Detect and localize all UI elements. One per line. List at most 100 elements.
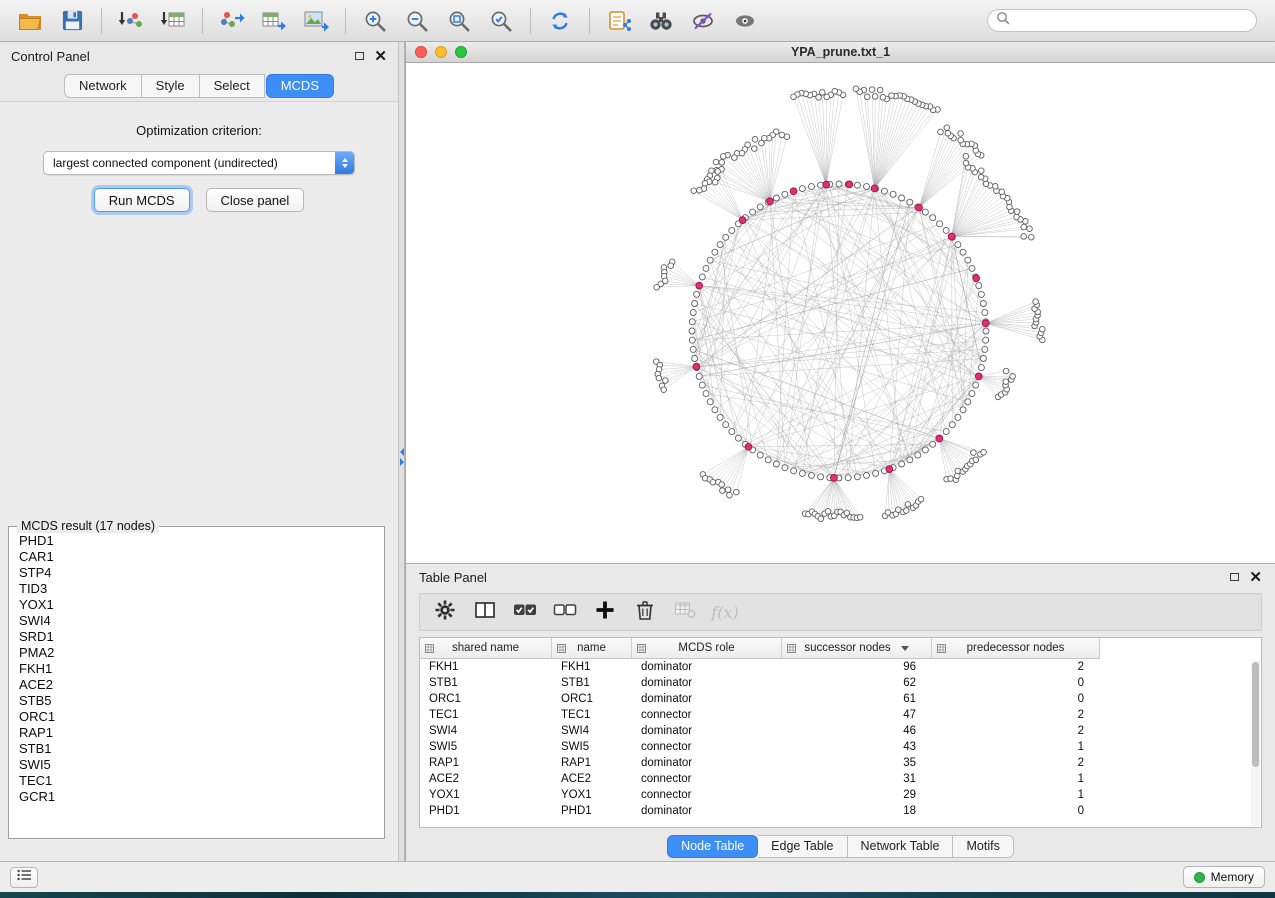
mcds-result-item[interactable]: PHD1 bbox=[11, 533, 382, 549]
table-cell: connector bbox=[632, 741, 782, 753]
find-icon bbox=[648, 10, 674, 32]
column-header-successor-nodes[interactable]: successor nodes bbox=[782, 638, 932, 659]
column-header-name[interactable]: name bbox=[552, 638, 632, 659]
column-header-MCDS-role[interactable]: MCDS role bbox=[632, 638, 782, 659]
mcds-result-item[interactable]: TEC1 bbox=[11, 773, 382, 789]
close-panel-icon[interactable]: ✕ bbox=[374, 49, 387, 64]
mcds-result-item[interactable]: STP4 bbox=[11, 565, 382, 581]
tab-node-table[interactable]: Node Table bbox=[667, 835, 758, 858]
tab-mcds[interactable]: MCDS bbox=[266, 74, 334, 98]
zoom-fit-button[interactable] bbox=[439, 4, 479, 38]
select-all-button[interactable] bbox=[508, 597, 542, 627]
table-cell: 31 bbox=[782, 773, 932, 785]
mcds-result-item[interactable]: SRD1 bbox=[11, 629, 382, 645]
search-box[interactable] bbox=[987, 9, 1257, 32]
table-scrollbar-thumb[interactable] bbox=[1252, 662, 1259, 767]
delete-row-icon bbox=[634, 599, 656, 626]
table-cell: RAP1 bbox=[552, 757, 632, 769]
task-history-button[interactable] bbox=[10, 867, 38, 888]
column-header-predecessor-nodes[interactable]: predecessor nodes bbox=[932, 638, 1100, 659]
mcds-result-item[interactable]: SWI4 bbox=[11, 613, 382, 629]
import-network-button[interactable] bbox=[111, 4, 151, 38]
float-table-panel-icon[interactable] bbox=[1230, 573, 1239, 581]
table-row[interactable]: STB1STB1dominator620 bbox=[420, 675, 1261, 691]
float-panel-icon[interactable] bbox=[355, 52, 364, 60]
table-row[interactable]: YOX1YOX1connector291 bbox=[420, 787, 1261, 803]
mcds-result-item[interactable]: FKH1 bbox=[11, 661, 382, 677]
memory-status-icon bbox=[1194, 872, 1205, 883]
export-image-button[interactable] bbox=[296, 4, 336, 38]
mcds-result-item[interactable]: RAP1 bbox=[11, 725, 382, 741]
zoom-selected-button[interactable] bbox=[481, 4, 521, 38]
network-canvas[interactable] bbox=[406, 63, 1275, 563]
add-row-button[interactable] bbox=[588, 597, 622, 627]
close-panel-button[interactable]: Close panel bbox=[206, 188, 305, 212]
close-table-panel-icon[interactable]: ✕ bbox=[1249, 570, 1262, 585]
memory-button[interactable]: Memory bbox=[1183, 866, 1265, 888]
table-panel-title: Table Panel bbox=[419, 570, 487, 585]
tab-edge-table[interactable]: Edge Table bbox=[758, 835, 847, 858]
zoom-in-icon bbox=[363, 9, 387, 33]
splitter-collapse-icon[interactable] bbox=[399, 448, 404, 466]
table-scrollbar[interactable] bbox=[1251, 660, 1260, 826]
mcds-result-item[interactable]: STB1 bbox=[11, 741, 382, 757]
tab-network[interactable]: Network bbox=[64, 74, 142, 98]
column-layout-button[interactable] bbox=[468, 597, 502, 627]
mcds-result-item[interactable]: YOX1 bbox=[11, 597, 382, 613]
table-row[interactable]: TEC1TEC1connector472 bbox=[420, 707, 1261, 723]
mcds-result-item[interactable]: STB5 bbox=[11, 693, 382, 709]
search-input[interactable] bbox=[1015, 14, 1248, 28]
settings-button[interactable] bbox=[428, 597, 462, 627]
cytoscape-app: Control Panel ✕ NetworkStyleSelectMCDS O… bbox=[0, 0, 1275, 898]
export-network-button[interactable] bbox=[212, 4, 252, 38]
tab-network-table[interactable]: Network Table bbox=[848, 835, 954, 858]
export-table-button[interactable] bbox=[254, 4, 294, 38]
column-header-shared-name[interactable]: shared name bbox=[420, 638, 552, 659]
mcds-result-item[interactable]: CAR1 bbox=[11, 549, 382, 565]
open-session-button[interactable] bbox=[10, 4, 50, 38]
column-label: shared name bbox=[452, 642, 519, 654]
tab-motifs[interactable]: Motifs bbox=[953, 835, 1013, 858]
mcds-result-list[interactable]: PHD1CAR1STP4TID3YOX1SWI4SRD1PMA2FKH1ACE2… bbox=[11, 533, 382, 836]
criterion-select[interactable]: largest connected component (undirected) bbox=[43, 151, 355, 175]
zoom-out-button[interactable] bbox=[397, 4, 437, 38]
mcds-result-item[interactable]: PMA2 bbox=[11, 645, 382, 661]
mcds-result-item[interactable]: TID3 bbox=[11, 581, 382, 597]
table-cell: 2 bbox=[932, 725, 1100, 737]
table-cell: dominator bbox=[632, 725, 782, 737]
zoom-in-button[interactable] bbox=[355, 4, 395, 38]
table-cell: 43 bbox=[782, 741, 932, 753]
table-row[interactable]: FKH1FKH1dominator962 bbox=[420, 659, 1261, 675]
tab-style[interactable]: Style bbox=[142, 74, 200, 98]
show-all-button[interactable] bbox=[725, 4, 765, 38]
table-row[interactable]: ORC1ORC1dominator610 bbox=[420, 691, 1261, 707]
table-row[interactable]: SWI5SWI5connector431 bbox=[420, 739, 1261, 755]
save-session-button[interactable] bbox=[52, 4, 92, 38]
deselect-all-button[interactable] bbox=[548, 597, 582, 627]
network-graph[interactable] bbox=[406, 63, 1275, 563]
table-cell: 2 bbox=[932, 757, 1100, 769]
find-button[interactable] bbox=[641, 4, 681, 38]
network-window-titlebar[interactable]: YPA_prune.txt_1 bbox=[406, 42, 1275, 63]
table-row[interactable]: RAP1RAP1dominator352 bbox=[420, 755, 1261, 771]
run-mcds-button[interactable]: Run MCDS bbox=[94, 188, 190, 212]
open-session-icon bbox=[17, 9, 43, 32]
table-row[interactable]: ACE2ACE2connector311 bbox=[420, 771, 1261, 787]
table-row[interactable]: PHD1PHD1dominator180 bbox=[420, 803, 1261, 819]
mcds-result-item[interactable]: SWI5 bbox=[11, 757, 382, 773]
panel-splitter[interactable] bbox=[398, 42, 405, 861]
mcds-result-item[interactable]: GCR1 bbox=[11, 789, 382, 805]
table-cell: PHD1 bbox=[552, 805, 632, 817]
mcds-result-item[interactable]: ACE2 bbox=[11, 677, 382, 693]
tab-select[interactable]: Select bbox=[200, 74, 265, 98]
table-row[interactable]: SWI4SWI4dominator462 bbox=[420, 723, 1261, 739]
clone-network-button[interactable] bbox=[599, 4, 639, 38]
delete-row-button[interactable] bbox=[628, 597, 662, 627]
import-table-button[interactable] bbox=[153, 4, 193, 38]
refresh-layout-button[interactable] bbox=[540, 4, 580, 38]
hide-selected-button[interactable] bbox=[683, 4, 723, 38]
table-cell: YOX1 bbox=[420, 789, 552, 801]
save-session-icon bbox=[61, 9, 84, 32]
mcds-result-item[interactable]: ORC1 bbox=[11, 709, 382, 725]
import-network-icon bbox=[118, 9, 144, 32]
